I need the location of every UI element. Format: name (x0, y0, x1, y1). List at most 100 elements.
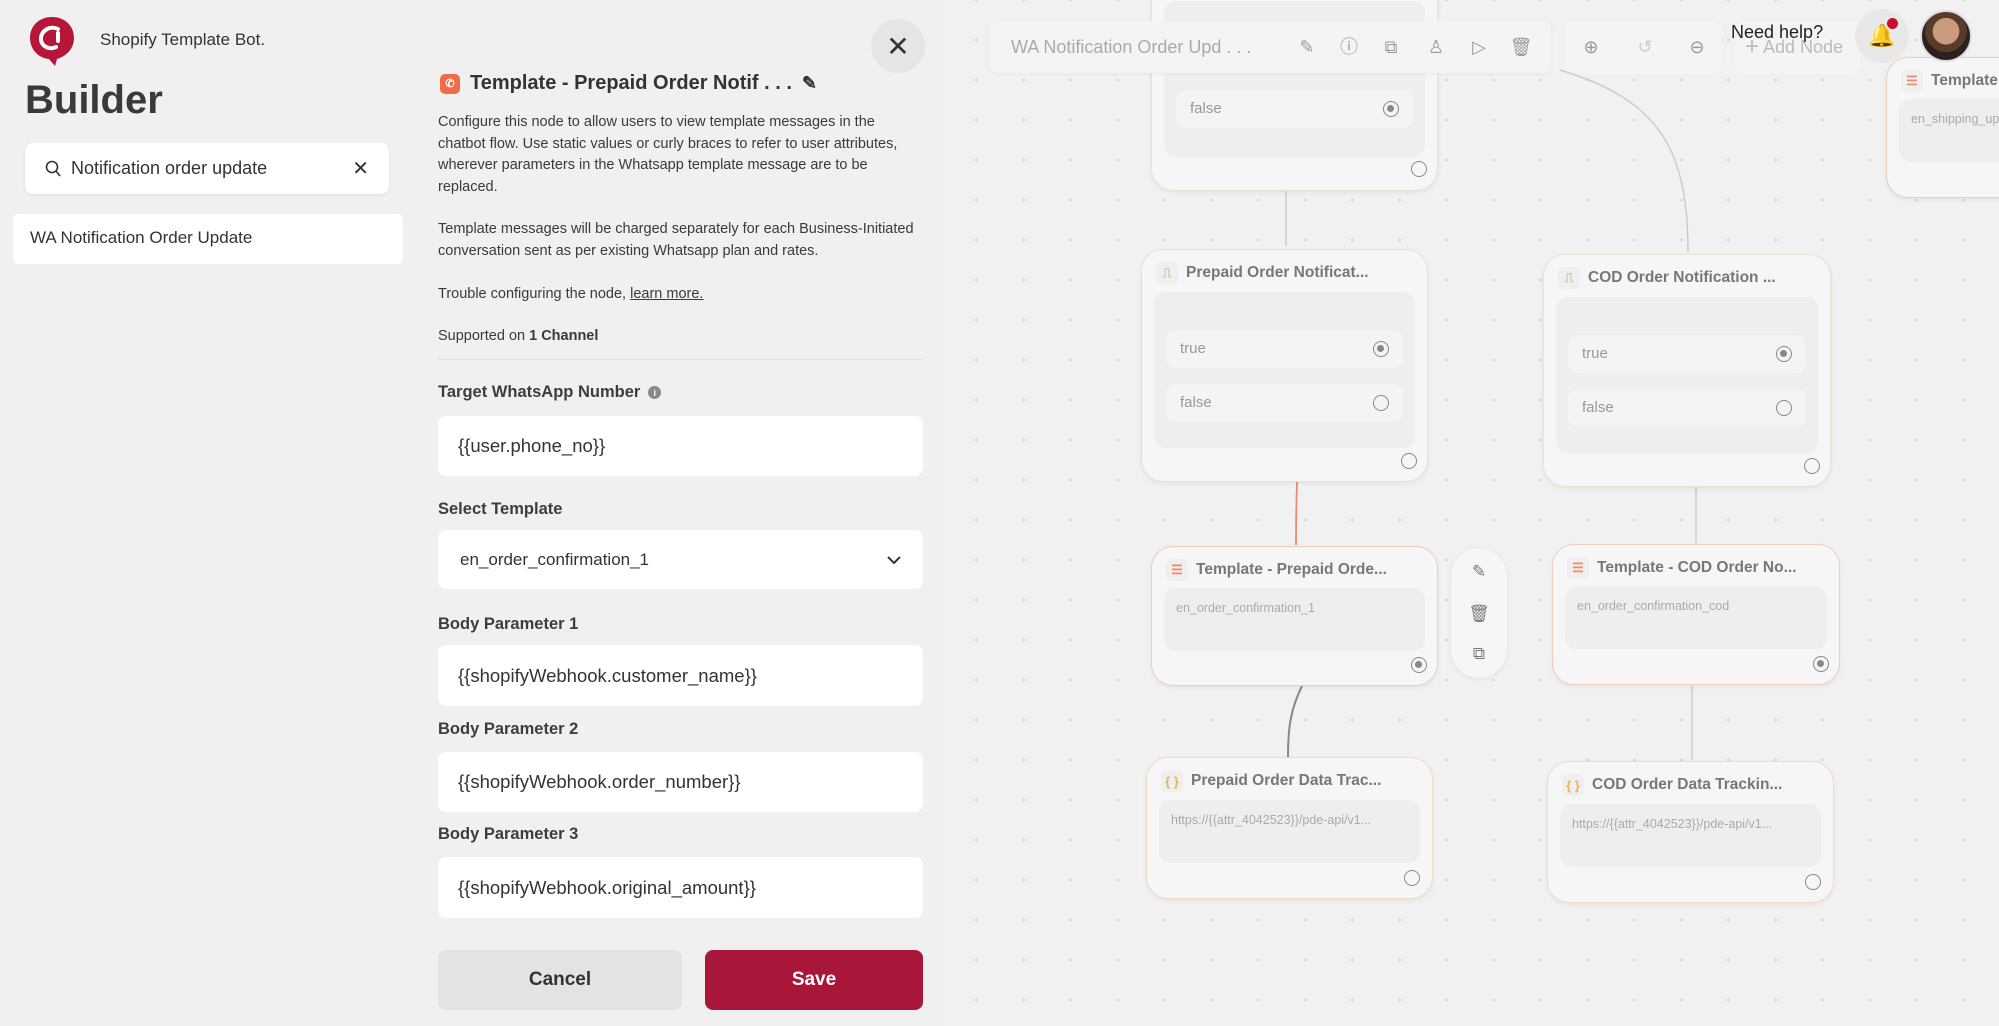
node-title: { } Prepaid Order Data Trac... (1161, 770, 1381, 792)
body-param-1-input[interactable] (458, 664, 903, 687)
copy-node-icon[interactable]: ⧉ (1451, 644, 1507, 664)
api-node-prepaid[interactable]: { } Prepaid Order Data Trac... https://{{… (1146, 757, 1433, 899)
node-title-text: Prepaid Order Data Trac... (1191, 772, 1382, 789)
branch-false: false (1568, 389, 1806, 427)
radio-icon[interactable] (1373, 341, 1389, 357)
connection (1287, 685, 1303, 758)
output-handle[interactable] (1804, 458, 1820, 474)
node-title-text: COD Order Notification ... (1588, 269, 1776, 286)
branch-label: true (1582, 345, 1608, 362)
branch-label: true (1180, 340, 1206, 357)
radio-icon[interactable] (1383, 101, 1399, 117)
body-param-1-field (438, 645, 923, 706)
trouble-label: Trouble configuring the node, (438, 286, 631, 302)
need-help-link[interactable]: Need help? (1731, 22, 1823, 43)
reset-zoom-icon[interactable]: ↺ (1633, 35, 1657, 59)
node-title-text: COD Order Data Trackin... (1592, 776, 1783, 793)
edit-title-icon[interactable]: ✎ (802, 73, 817, 94)
node-title-text: Template (1931, 72, 1998, 89)
condition-node-cod[interactable]: ⎍ COD Order Notification ... true false (1543, 254, 1831, 487)
close-icon: ✕ (886, 30, 910, 62)
copy-icon[interactable]: ⧉ (1379, 35, 1403, 59)
bot-name: Shopify Template Bot. (100, 30, 266, 49)
zoom-controls: ⊕ ↺ ⊖ (1565, 21, 1721, 73)
node-title: ☰ Template (1901, 70, 1998, 92)
branch-true: true (1166, 330, 1403, 368)
play-icon[interactable]: ▷ (1467, 35, 1491, 59)
body-param-3-input[interactable] (458, 876, 903, 899)
template-node-prepaid[interactable]: ☰ Template - Prepaid Orde... en_order_con… (1151, 546, 1438, 686)
output-handle[interactable] (1404, 870, 1420, 886)
zoom-in-icon[interactable]: ⊕ (1579, 35, 1603, 59)
template-icon: ☰ (1166, 559, 1188, 581)
output-handle[interactable] (1805, 874, 1821, 890)
body-param-2-input[interactable] (458, 771, 903, 793)
panel-billing-note: Template messages will be charged separa… (438, 221, 914, 259)
body-param-3-field (438, 857, 923, 918)
branch-label: false (1190, 100, 1222, 117)
output-handle[interactable] (1411, 657, 1427, 673)
radio-icon[interactable] (1373, 395, 1389, 411)
radio-icon[interactable] (1776, 400, 1792, 416)
code-braces-icon: { } (1161, 770, 1183, 792)
flow-name[interactable]: WA Notification Order Upd . . . (1011, 37, 1251, 58)
target-number-input[interactable] (458, 435, 903, 457)
list-item-flow[interactable]: WA Notification Order Update (13, 214, 403, 264)
branch-label: false (1180, 394, 1212, 411)
target-number-label: Target WhatsApp Number i (438, 383, 662, 402)
close-panel-button[interactable]: ✕ (871, 19, 925, 73)
info-icon[interactable]: ⓘ (1337, 35, 1361, 59)
info-icon[interactable]: i (648, 386, 662, 399)
panel-description: Configure this node to allow users to vi… (438, 114, 898, 195)
node-url: https://{{attr_4042523}}/pde-api/v1... (1171, 813, 1372, 827)
edit-icon[interactable]: ✎ (1295, 35, 1319, 59)
branch-true: true (1568, 335, 1806, 373)
notification-badge (1887, 18, 1898, 29)
template-icon: ☰ (1901, 70, 1923, 92)
supported-channels: Supported on 1 Channel (438, 326, 923, 348)
chevron-down-icon (887, 555, 901, 564)
template-select[interactable]: en_order_confirmation_1 (438, 530, 923, 589)
branch-label: false (1582, 399, 1614, 416)
body-param-2-field (438, 752, 923, 812)
page-title: Builder (25, 78, 163, 122)
trouble-text: Trouble configuring the node, learn more… (438, 284, 923, 306)
condition-icon: ⎍ (1156, 262, 1178, 284)
clear-search-icon[interactable]: ✕ (352, 156, 369, 181)
edit-node-icon[interactable]: ✎ (1451, 562, 1507, 582)
zoom-out-icon[interactable]: ⊖ (1685, 35, 1709, 59)
api-node-cod[interactable]: { } COD Order Data Trackin... https://{{a… (1547, 761, 1834, 903)
code-braces-icon: { } (1562, 774, 1584, 796)
search-box: ✕ (25, 143, 389, 194)
condition-node-prepaid[interactable]: ⎍ Prepaid Order Notificat... true false (1141, 249, 1428, 482)
radio-icon[interactable] (1776, 346, 1792, 362)
avatar[interactable] (1920, 10, 1972, 62)
branch-false: false (1176, 90, 1413, 128)
template-node-icon: ✆ (440, 73, 460, 94)
output-handle[interactable] (1411, 161, 1427, 177)
output-handle[interactable] (1813, 656, 1829, 672)
select-template-label: Select Template (438, 500, 563, 518)
node-title: ☰ Template - COD Order No... (1567, 557, 1797, 579)
template-node-cod[interactable]: ☰ Template - COD Order No... en_order_con… (1552, 544, 1840, 685)
cancel-button[interactable]: Cancel (438, 950, 682, 1010)
search-input[interactable] (71, 158, 353, 179)
save-button[interactable]: Save (705, 950, 923, 1010)
body-param-2-label: Body Parameter 2 (438, 720, 579, 738)
divider (438, 359, 923, 360)
body-param-1-label: Body Parameter 1 (438, 615, 579, 633)
template-node-shipping[interactable]: ☰ Template en_shipping_up (1886, 57, 1999, 198)
flow-toolbar: WA Notification Order Upd . . . ✎ ⓘ ⧉ ♙ … (989, 21, 1551, 73)
template-select-value: en_order_confirmation_1 (460, 549, 650, 569)
node-template-name: en_order_confirmation_1 (1176, 601, 1315, 615)
user-icon[interactable]: ♙ (1424, 35, 1448, 59)
supported-label: Supported on (438, 328, 530, 344)
delete-node-icon[interactable]: 🗑 (1451, 604, 1507, 624)
panel-title: ✆ Template - Prepaid Order Notif . . . ✎ (440, 72, 817, 95)
trash-icon[interactable]: 🗑 (1509, 35, 1533, 59)
learn-more-link[interactable]: learn more. (630, 286, 703, 302)
output-handle[interactable] (1401, 453, 1417, 469)
node-template-name: en_shipping_up (1911, 112, 1999, 126)
notifications-button[interactable]: 🔔 (1855, 9, 1909, 63)
panel-title-text: Template - Prepaid Order Notif . . . (470, 72, 792, 94)
